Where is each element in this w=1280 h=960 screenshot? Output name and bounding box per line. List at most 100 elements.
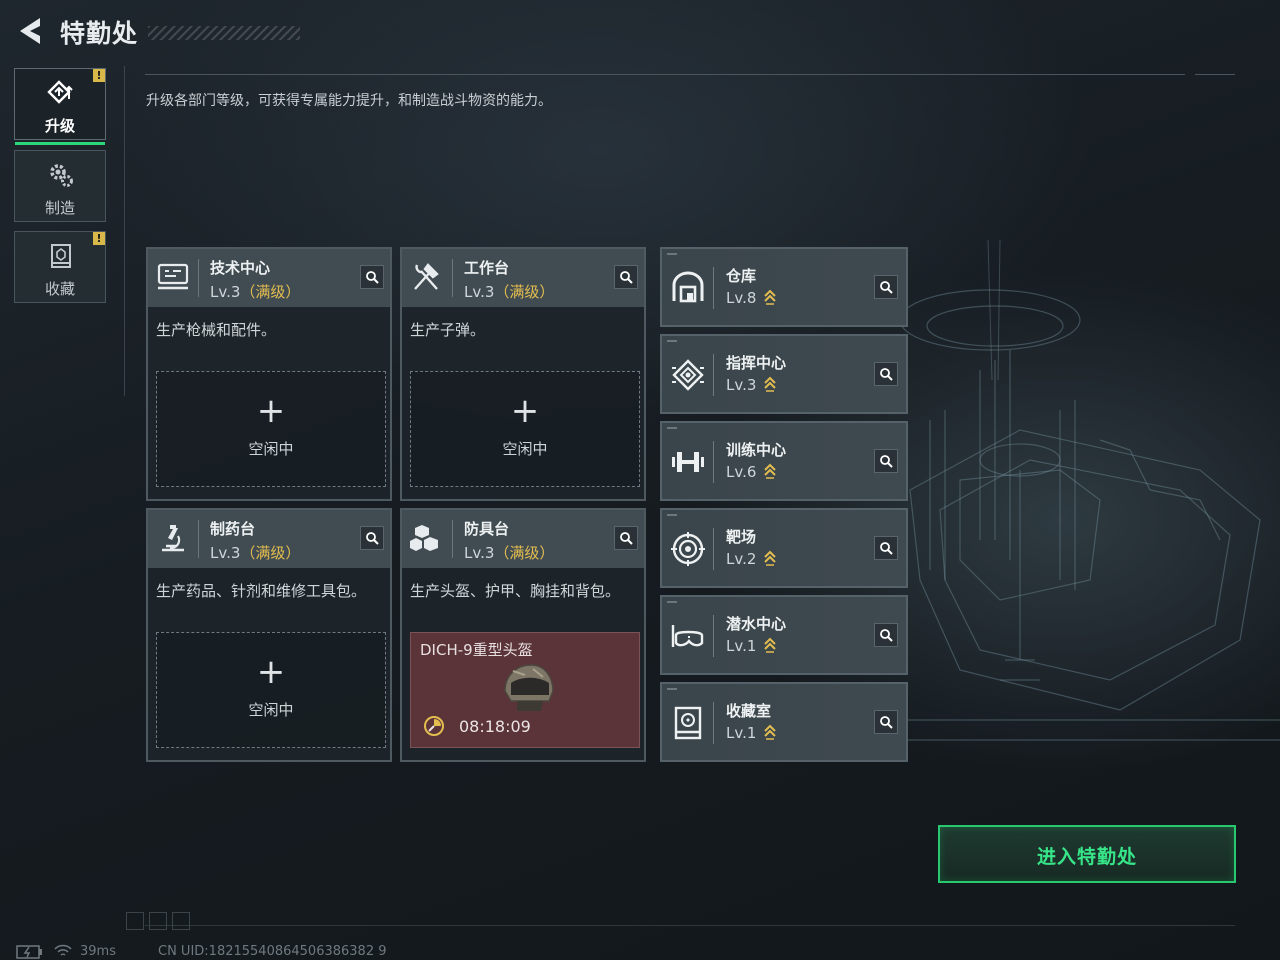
- search-icon: [620, 271, 633, 284]
- inspect-button[interactable]: [360, 526, 384, 550]
- enter-special-ops-button[interactable]: 进入特勤处: [938, 825, 1236, 883]
- header-divider-end: [1195, 74, 1235, 75]
- card-title: 防具台: [464, 520, 510, 538]
- corner-decoration: [667, 253, 677, 255]
- slot-status: 空闲中: [502, 440, 548, 458]
- level-value: Lv.2: [726, 550, 757, 568]
- card-title: 工作台: [464, 259, 510, 277]
- facility-card-training-center[interactable]: 训练中心 Lv.6: [660, 421, 908, 501]
- production-card-armor[interactable]: 防具台 Lv.3（满级） 生产头盔、护甲、胸挂和背包。 DICH-9重型头盔 0…: [400, 508, 646, 762]
- tech-center-icon: [157, 263, 189, 290]
- warehouse-icon: [672, 271, 704, 303]
- footer-decoration: [149, 912, 167, 930]
- card-title: 制药台: [210, 520, 256, 538]
- header-separator: [452, 259, 453, 297]
- row-separator: [713, 354, 714, 396]
- active-tab-indicator: [15, 142, 105, 145]
- row-separator: [713, 267, 714, 309]
- row-separator: [713, 615, 714, 657]
- production-slot-in-progress[interactable]: DICH-9重型头盔 08:18:09: [410, 632, 640, 748]
- production-card-workbench[interactable]: 工作台 Lv.3（满级） 生产子弹。 + 空闲中: [400, 247, 646, 501]
- helmet-item-icon: [504, 664, 554, 711]
- dumbbell-icon: [672, 452, 704, 472]
- slot-status: 空闲中: [248, 440, 294, 458]
- inspect-button[interactable]: [874, 275, 898, 299]
- upgrade-icon: [47, 80, 73, 104]
- level-value: Lv.3: [464, 544, 495, 562]
- battery-icon: [16, 945, 42, 959]
- alert-badge: !: [93, 69, 105, 82]
- title-decoration: [148, 26, 300, 40]
- inspect-button[interactable]: [874, 362, 898, 386]
- inspect-button[interactable]: [874, 710, 898, 734]
- card-description: 生产枪械和配件。: [156, 321, 277, 339]
- tab-craft[interactable]: 制造: [14, 150, 106, 222]
- max-level-note: （满级）: [240, 283, 301, 301]
- card-header: 技术中心 Lv.3（满级）: [148, 249, 390, 307]
- max-level-note: （满级）: [494, 544, 555, 562]
- facility-card-collection-room[interactable]: 收藏室 Lv.1: [660, 682, 908, 762]
- plus-icon: +: [256, 652, 286, 692]
- sidebar-divider: [124, 66, 125, 396]
- production-slot-empty[interactable]: + 空闲中: [410, 371, 640, 487]
- production-slot-empty[interactable]: + 空闲中: [156, 371, 386, 487]
- slot-status: 空闲中: [248, 701, 294, 719]
- inspect-button[interactable]: [874, 449, 898, 473]
- target-icon: [671, 532, 705, 566]
- inspect-button[interactable]: [614, 265, 638, 289]
- command-chip-icon: [672, 359, 704, 391]
- row-separator: [713, 441, 714, 483]
- facility-card-shooting-range[interactable]: 靶场 Lv.2: [660, 508, 908, 588]
- collection-room-icon: [674, 706, 702, 740]
- search-icon: [880, 716, 893, 729]
- card-level: Lv.3（满级）: [210, 542, 300, 563]
- facility-card-warehouse[interactable]: 仓库 Lv.8: [660, 247, 908, 327]
- facility-name: 靶场: [726, 528, 757, 546]
- card-description: 生产子弹。: [410, 321, 486, 339]
- card-level: Lv.3（满级）: [464, 281, 554, 302]
- search-icon: [366, 271, 379, 284]
- upgradeable-chevron-icon: [764, 550, 777, 566]
- inspect-button[interactable]: [874, 623, 898, 647]
- inspect-button[interactable]: [614, 526, 638, 550]
- search-icon: [880, 368, 893, 381]
- max-level-note: （满级）: [240, 544, 301, 562]
- tab-upgrade[interactable]: 升级 !: [14, 68, 106, 145]
- max-level-note: （满级）: [494, 283, 555, 301]
- upgradeable-chevron-icon: [764, 724, 777, 740]
- upgradeable-chevron-icon: [764, 376, 777, 392]
- corner-decoration: [667, 601, 677, 603]
- inspect-button[interactable]: [874, 536, 898, 560]
- level-value: Lv.3: [726, 376, 757, 394]
- tab-upgrade-label: 升级: [44, 117, 75, 135]
- search-icon: [366, 532, 379, 545]
- inspect-button[interactable]: [360, 265, 384, 289]
- wifi-icon: [54, 944, 72, 956]
- crafting-timer-icon: [424, 716, 444, 736]
- tab-collection[interactable]: 收藏 !: [14, 231, 106, 303]
- upgradeable-chevron-icon: [764, 463, 777, 479]
- facility-name: 潜水中心: [726, 615, 787, 633]
- facility-level: Lv.2: [726, 550, 777, 568]
- production-card-pharmacy[interactable]: 制药台 Lv.3（满级） 生产药品、针剂和维修工具包。 + 空闲中: [146, 508, 392, 762]
- page-description: 升级各部门等级，可获得专属能力提升，和制造战斗物资的能力。: [146, 93, 552, 109]
- tab-craft-label: 制造: [44, 199, 75, 217]
- row-separator: [713, 702, 714, 744]
- facility-card-diving-center[interactable]: 潜水中心 Lv.1: [660, 595, 908, 675]
- back-arrow-icon[interactable]: [14, 14, 48, 48]
- facility-card-command-center[interactable]: 指挥中心 Lv.3: [660, 334, 908, 414]
- footer-decoration: [126, 912, 144, 930]
- corner-decoration: [667, 340, 677, 342]
- card-level: Lv.3（满级）: [464, 542, 554, 563]
- collection-icon: [51, 244, 71, 268]
- facility-name: 训练中心: [726, 441, 787, 459]
- production-slot-empty[interactable]: + 空闲中: [156, 632, 386, 748]
- production-card-tech-center[interactable]: 技术中心 Lv.3（满级） 生产枪械和配件。 + 空闲中: [146, 247, 392, 501]
- level-value: Lv.6: [726, 463, 757, 481]
- upgradeable-chevron-icon: [764, 289, 777, 305]
- plus-icon: +: [510, 391, 540, 431]
- card-header: 制药台 Lv.3（满级）: [148, 510, 390, 568]
- crafting-countdown: 08:18:09: [459, 717, 531, 736]
- search-icon: [880, 629, 893, 642]
- facility-level: Lv.6: [726, 463, 777, 481]
